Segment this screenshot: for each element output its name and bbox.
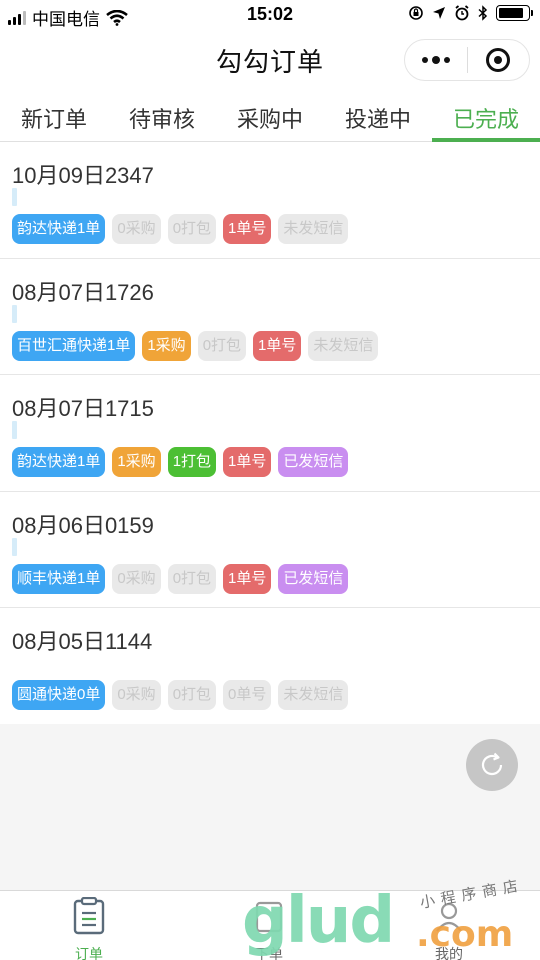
order-marker (12, 304, 17, 323)
bottom-tab-orders[interactable]: 订单 (39, 896, 139, 960)
tracking-number-tag: 1单号 (223, 563, 272, 594)
sms-tag: 未发短信 (278, 680, 349, 710)
order-marker (12, 188, 17, 206)
close-mini-program-button[interactable] (468, 48, 530, 72)
order-title: 08月07日1715 (12, 396, 154, 421)
orientation-lock-icon (409, 6, 423, 20)
courier-tag: 百世汇通快递1单 (12, 330, 136, 361)
battery-icon (496, 5, 533, 21)
bluetooth-icon (478, 5, 488, 21)
order-tags: 百世汇通快递1单 1采购 0打包 1单号 未发短信 (12, 330, 379, 361)
order-marker (12, 537, 17, 556)
clipboard-icon (73, 896, 105, 935)
purchase-tag: 0采购 (112, 214, 161, 244)
pack-tag: 0打包 (167, 214, 217, 244)
bottom-tab-orders-label: 订单 (75, 946, 103, 960)
refresh-button[interactable] (466, 739, 518, 791)
bottom-tab-bar: 订单 下单 我的 (0, 890, 540, 960)
place-order-icon (255, 901, 283, 933)
mini-program-capsule (404, 39, 530, 81)
order-tags: 韵达快递1单 1采购 1打包 1单号 已发短信 (12, 447, 349, 477)
order-title: 08月07日1726 (12, 279, 154, 305)
purchase-tag: 1采购 (112, 447, 161, 477)
courier-tag: 韵达快递1单 (12, 447, 106, 477)
tracking-number-tag: 1单号 (253, 330, 302, 361)
bottom-tab-mine-label: 我的 (435, 946, 463, 960)
sms-tag: 已发短信 (278, 563, 349, 594)
bottom-tab-place-order-label: 下单 (255, 946, 283, 960)
purchase-tag: 1采购 (142, 330, 191, 361)
order-item[interactable]: 10月09日2347 韵达快递1单 0采购 0打包 1单号 未发短信 (0, 142, 540, 259)
order-item[interactable]: 08月07日1726 百世汇通快递1单 1采购 0打包 1单号 未发短信 (0, 259, 540, 375)
order-item[interactable]: 08月06日0159 顺丰快递1单 0采购 0打包 1单号 已发短信 (0, 492, 540, 608)
bottom-tab-mine[interactable]: 我的 (399, 897, 499, 960)
refresh-icon (481, 752, 503, 776)
order-list: 10月09日2347 韵达快递1单 0采购 0打包 1单号 未发短信 08月07… (0, 142, 540, 725)
bottom-tab-place-order[interactable]: 下单 (219, 897, 319, 960)
tracking-number-tag: 0单号 (223, 680, 272, 710)
sms-tag: 已发短信 (278, 447, 349, 477)
tracking-number-tag: 1单号 (223, 447, 272, 477)
status-right (408, 5, 533, 21)
more-menu-button[interactable] (405, 55, 467, 64)
sms-tag: 未发短信 (308, 330, 379, 361)
order-status-tabs: 新订单 待审核 采购中 投递中 已完成 (0, 96, 540, 142)
pack-tag: 0打包 (167, 680, 217, 710)
courier-tag: 顺丰快递1单 (12, 563, 106, 594)
sms-tag: 未发短信 (278, 214, 349, 244)
order-marker (12, 421, 17, 439)
tab-new-orders[interactable]: 新订单 (0, 96, 108, 141)
order-item[interactable]: 08月05日1144 圆通快递0单 0采购 0打包 0单号 未发短信 (0, 608, 540, 725)
courier-tag: 韵达快递1单 (12, 214, 106, 244)
pack-tag: 0打包 (197, 330, 247, 361)
list-empty-area (0, 724, 540, 890)
order-title: 08月06日0159 (12, 512, 154, 538)
purchase-tag: 0采购 (112, 563, 161, 594)
status-bar: 中国电信 15:02 (0, 0, 540, 30)
order-title: 08月05日1144 (12, 629, 153, 654)
more-dots-icon (421, 56, 428, 63)
order-item[interactable]: 08月07日1715 韵达快递1单 1采购 1打包 1单号 已发短信 (0, 375, 540, 492)
nav-bar: 勾勾订单 (0, 30, 540, 88)
close-target-icon (486, 48, 511, 72)
user-icon (436, 902, 462, 932)
location-icon (433, 7, 445, 19)
tab-purchasing[interactable]: 采购中 (216, 96, 324, 141)
tab-completed[interactable]: 已完成 (432, 96, 540, 142)
order-tags: 顺丰快递1单 0采购 0打包 1单号 已发短信 (12, 563, 349, 594)
tab-delivering[interactable]: 投递中 (324, 96, 432, 141)
pack-tag: 0打包 (167, 563, 217, 594)
courier-tag: 圆通快递0单 (12, 680, 106, 710)
pack-tag: 1打包 (167, 447, 217, 477)
purchase-tag: 0采购 (112, 680, 161, 710)
alarm-icon (455, 5, 469, 21)
tab-pending-review[interactable]: 待审核 (108, 96, 216, 141)
order-tags: 圆通快递0单 0采购 0打包 0单号 未发短信 (12, 680, 349, 710)
tracking-number-tag: 1单号 (223, 214, 272, 244)
order-tags: 韵达快递1单 0采购 0打包 1单号 未发短信 (12, 214, 349, 244)
order-title: 10月09日2347 (12, 163, 154, 188)
